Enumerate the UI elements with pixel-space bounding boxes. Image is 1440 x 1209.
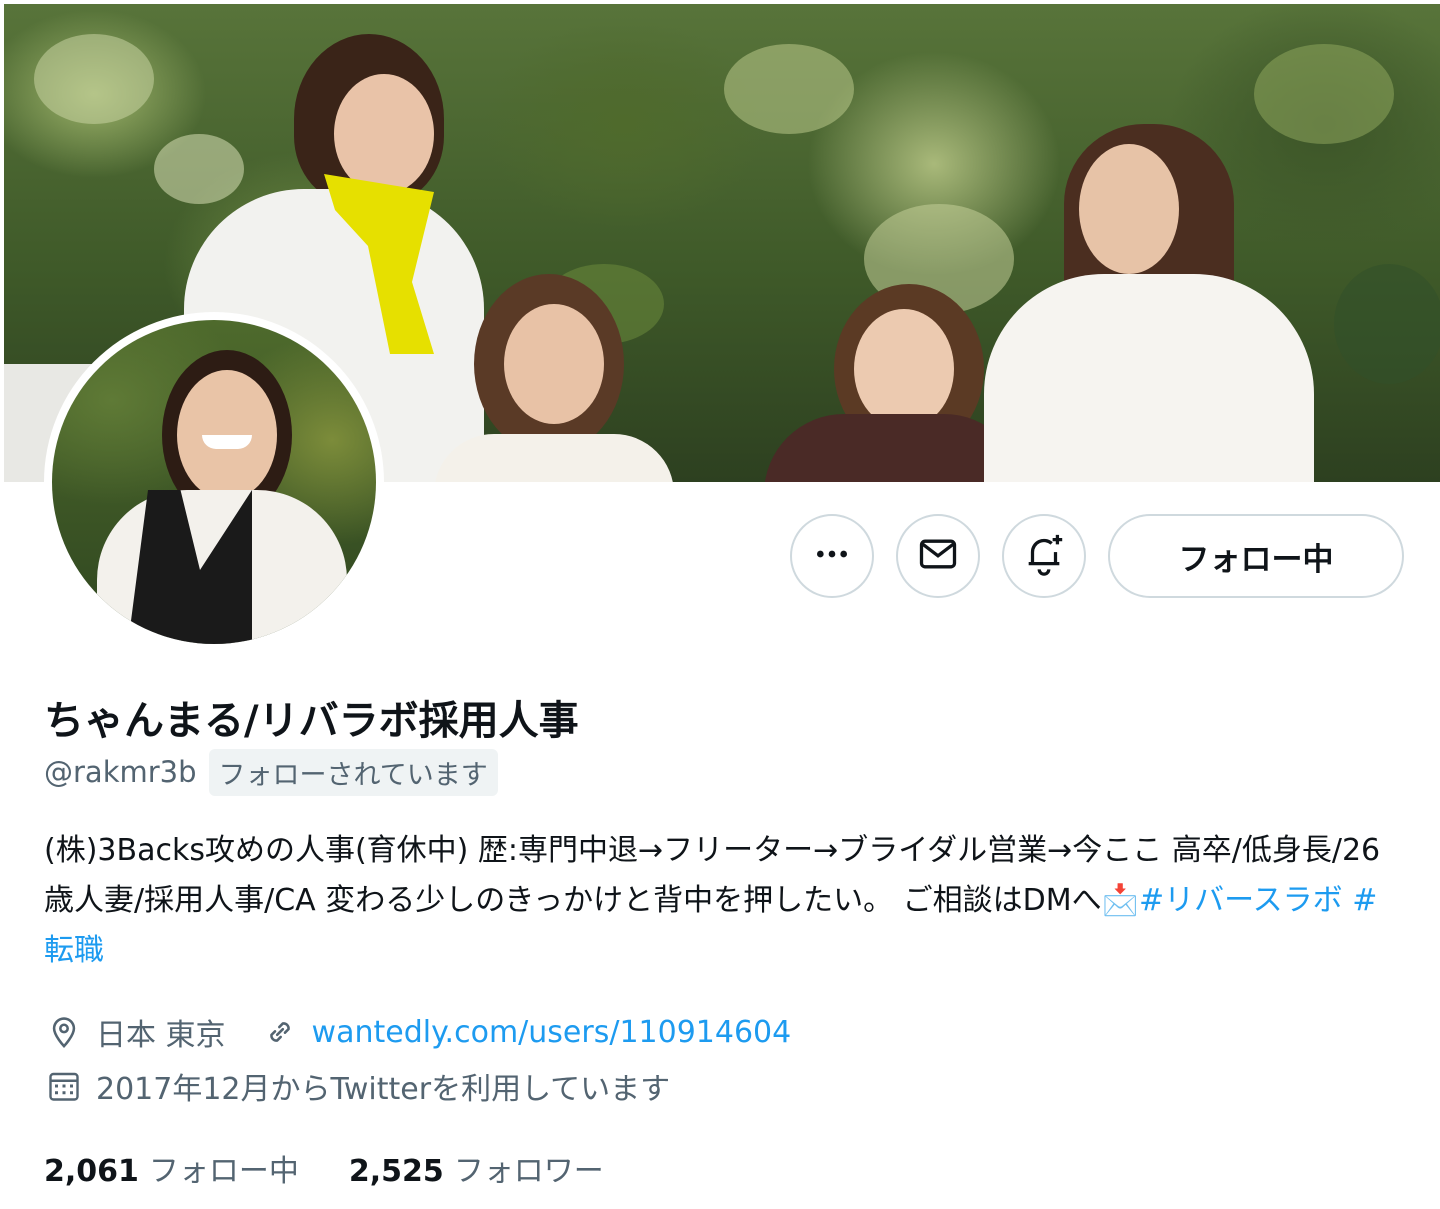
- incoming-envelope-icon: 📩: [1101, 883, 1139, 918]
- following-button-label: フォロー中: [1178, 541, 1334, 578]
- website-link[interactable]: wantedly.com/users/110914604: [312, 1015, 792, 1050]
- link-icon: [260, 1012, 300, 1052]
- profile-avatar[interactable]: [44, 312, 384, 652]
- avatar-photo: [52, 320, 376, 644]
- profile-meta-row: 日本 東京 wantedly.com/users/110914604: [44, 1010, 791, 1054]
- user-handle: @rakmr3b: [44, 755, 197, 789]
- following-count: 2,061: [44, 1154, 139, 1189]
- following-count-link[interactable]: 2,061 フォロー中: [44, 1146, 299, 1190]
- display-name: ちゃんまる/リバラボ採用人事: [44, 698, 579, 744]
- followers-count-link[interactable]: 2,525 フォロワー: [349, 1146, 604, 1190]
- handle-row: @rakmr3b フォローされています: [44, 748, 498, 796]
- profile-bio: (株)3Backs攻めの人事(育休中) 歴:専門中退→フリーター→ブライダル営業…: [44, 826, 1404, 976]
- more-button[interactable]: [790, 514, 874, 598]
- location-text: 日本 東京: [96, 1018, 226, 1053]
- notify-button[interactable]: [1002, 514, 1086, 598]
- joined-row: 2017年12月からTwitterを利用しています: [44, 1064, 670, 1108]
- following-label: フォロー中: [148, 1154, 299, 1189]
- hashtag-link[interactable]: #リバースラボ: [1139, 883, 1343, 918]
- calendar-icon: [44, 1066, 84, 1106]
- followers-label: フォロワー: [453, 1154, 604, 1189]
- followers-count: 2,525: [348, 1154, 444, 1189]
- follow-counts: 2,061 フォロー中 2,525 フォロワー: [44, 1146, 604, 1190]
- message-button[interactable]: [896, 514, 980, 598]
- following-button[interactable]: フォロー中: [1108, 514, 1404, 598]
- bell-plus-icon: [1021, 531, 1067, 581]
- more-icon: [812, 534, 852, 578]
- mail-icon: [916, 532, 960, 580]
- location-pin-icon: [44, 1012, 84, 1052]
- joined-date: 2017年12月からTwitterを利用しています: [96, 1072, 671, 1107]
- follows-you-badge: フォローされています: [208, 748, 498, 796]
